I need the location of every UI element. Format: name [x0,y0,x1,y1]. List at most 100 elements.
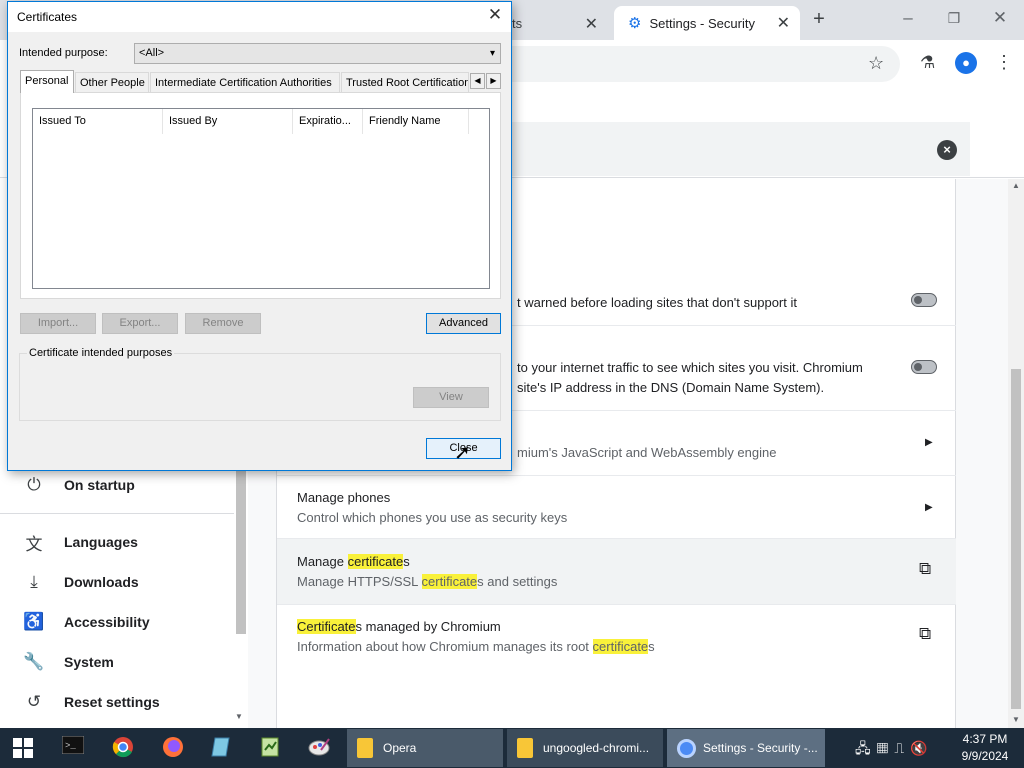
sidebar-item-languages[interactable]: 文 Languages [0,522,234,562]
row-description: t warned before loading sites that don't… [517,295,797,310]
clear-search-icon[interactable]: × [937,140,957,160]
sidebar-item-reset-settings[interactable]: ↺ Reset settings [0,682,234,722]
window-close-icon[interactable]: ✕ [980,8,1020,28]
desc-text: Information about how Chromium manages i… [297,639,593,654]
list-header: Issued To Issued By Expiratio... Friendl… [33,109,489,134]
chevron-right-icon: ▶ [925,502,933,513]
sidebar-item-accessibility[interactable]: ♿ Accessibility [0,602,234,642]
tab-scroll-right-icon[interactable]: ▶ [486,73,501,89]
sidebar-item-system[interactable]: 🔧 System [0,642,234,682]
view-button[interactable]: View [413,387,489,408]
firefox-icon[interactable] [160,736,186,760]
secure-dns-toggle[interactable] [911,360,937,374]
sidebar-item-on-startup[interactable]: ⏻ On startup [0,465,234,505]
search-highlight: Certificate [297,619,356,634]
title-text: Manage [297,554,348,569]
sidebar-divider [0,513,234,514]
remove-button[interactable]: Remove [185,313,261,334]
restore-icon[interactable]: ❐ [934,10,974,27]
taskbar-item-opera[interactable]: Opera [347,729,503,767]
dialog-title: Certificates [17,10,78,24]
dialog-titlebar[interactable]: Certificates ✕ [8,2,511,32]
reset-icon: ↺ [26,692,42,711]
tab-scroll-left-icon[interactable]: ◀ [470,73,485,89]
intended-purpose-label: Intended purpose: [19,47,108,59]
profile-avatar-icon[interactable]: ● [955,52,977,74]
column-header-expiration[interactable]: Expiratio... [293,109,363,134]
row-title: Manage certificates [297,554,410,569]
scroll-up-arrow-icon[interactable]: ▲ [1012,181,1020,190]
export-button[interactable]: Export... [102,313,178,334]
tab-scroll-buttons: ◀ ▶ [470,73,502,89]
sidebar-item-label: System [64,654,114,670]
tab-intermediate-ca[interactable]: Intermediate Certification Authorities [150,72,340,93]
labs-flask-icon[interactable]: ⚗ [920,53,935,73]
gear-icon: ⚙ [628,15,642,32]
settings-search-input[interactable] [460,122,970,176]
import-button[interactable]: Import... [20,313,96,334]
row-description: site's IP address in the DNS (Domain Nam… [517,380,825,395]
title-text: s [403,554,410,569]
kebab-menu-icon[interactable]: ⋮ [995,52,1013,73]
tab-settings-security[interactable]: ⚙ Settings - Security ✕ [614,6,800,40]
network-icon[interactable]: 🖧 [855,740,877,756]
certificates-dialog: Certificates ✕ Intended purpose: <All> ▾… [7,1,512,471]
search-highlight: certificate [592,639,649,654]
https-toggle[interactable] [911,293,937,307]
tab-active-label: Settings - Security [649,15,755,31]
scroll-down-arrow-icon[interactable]: ▼ [235,712,243,721]
manage-certificates-row[interactable]: Manage certificates Manage HTTPS/SSL cer… [277,538,956,604]
chromium-icon [677,739,696,758]
usb-icon[interactable]: ⎍ [894,740,910,756]
mouse-pointer-icon: ➚ [454,442,471,464]
close-icon[interactable]: ✕ [482,5,508,25]
color-app-icon[interactable]: ▦ [877,740,895,756]
tab-close-icon[interactable]: ✕ [777,13,790,33]
column-header-friendly-name[interactable]: Friendly Name [363,109,469,134]
main-scrollbar[interactable]: ▲ ▼ [1008,179,1024,728]
row-description: mium's JavaScript and WebAssembly engine [517,445,777,460]
tab-other-people[interactable]: Other People [75,72,149,93]
minimize-icon[interactable]: – [888,8,928,28]
sidebar-item-label: Downloads [64,574,139,590]
taskbar-clock[interactable]: 4:37 PM 9/9/2024 [955,731,1015,765]
column-header-issued-to[interactable]: Issued To [33,109,163,134]
search-highlight: certificate [347,554,404,569]
paint-app-icon[interactable] [306,736,332,760]
main-scroll-thumb[interactable] [1011,369,1021,709]
windows-start-icon[interactable] [10,736,36,760]
sidebar-item-label: Reset settings [64,694,160,710]
open-in-new-icon: ⧉ [919,624,932,643]
download-icon: ⤓ [30,572,38,591]
row-title: Manage phones [297,490,391,505]
chrome-icon[interactable] [110,736,136,760]
taskbar-item-label: Settings - Security -... [703,741,818,755]
taskbar-item-label: Opera [383,741,417,755]
advanced-button[interactable]: Advanced [426,313,501,334]
notepad-icon[interactable] [208,736,234,760]
scroll-down-arrow-icon[interactable]: ▼ [1012,715,1020,724]
manage-phones-row[interactable]: Manage phones Control which phones you u… [277,475,956,538]
row-description: to your internet traffic to see which si… [517,360,863,375]
certificate-list[interactable]: Issued To Issued By Expiratio... Friendl… [32,108,490,289]
sidebar-item-label: Languages [64,534,138,550]
column-header-issued-by[interactable]: Issued By [163,109,293,134]
address-bar[interactable] [460,46,900,82]
tab-close-icon[interactable]: ✕ [585,14,598,34]
tab-trusted-root-ca[interactable]: Trusted Root Certification [341,72,469,93]
chromium-certificates-row[interactable]: Certificates managed by Chromium Informa… [277,604,956,669]
open-in-new-icon: ⧉ [919,559,932,578]
chevron-right-icon: ▶ [925,437,933,448]
intended-purpose-select[interactable]: <All> ▾ [134,43,501,64]
wrench-icon: 🔧 [23,652,45,671]
taskbar-item-settings-security[interactable]: Settings - Security -... [667,729,825,767]
notepad-plus-icon[interactable] [257,736,283,760]
sidebar-item-downloads[interactable]: ⤓ Downloads [0,562,234,602]
desc-text: s and settings [477,574,558,589]
bookmark-star-icon[interactable]: ☆ [868,53,884,74]
taskbar-item-ungoogled-chromium[interactable]: ungoogled-chromi... [507,729,663,767]
new-tab-button[interactable]: + [808,8,830,31]
terminal-icon[interactable]: >_ [60,735,86,760]
volume-muted-icon[interactable]: 🔇 [910,740,933,756]
tab-personal[interactable]: Personal [20,70,74,93]
